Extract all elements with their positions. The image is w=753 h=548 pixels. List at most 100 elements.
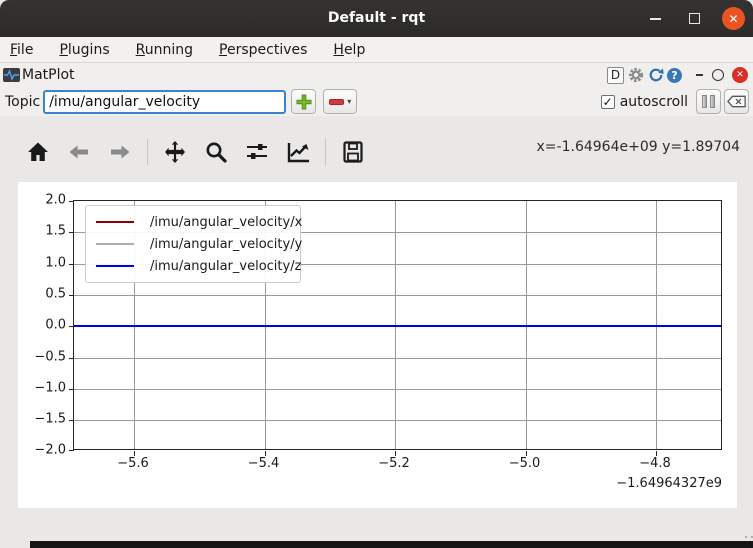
y-tick: [69, 358, 74, 359]
legend-label: /imu/angular_velocity/y: [150, 237, 302, 252]
minus-icon: [329, 99, 344, 105]
reload-button[interactable]: [647, 67, 664, 84]
window-close-button[interactable]: ✕: [722, 7, 745, 30]
y-tick: [69, 420, 74, 421]
rqt-window: Default - rqt ✕ File Plugins Running Per…: [0, 0, 753, 548]
remove-topic-button[interactable]: ▾: [323, 89, 357, 114]
close-icon: ✕: [728, 13, 738, 25]
gridline-h: [74, 295, 721, 296]
legend-entry-z: /imu/angular_velocity/z: [96, 255, 292, 277]
x-tick: [265, 451, 266, 456]
resize-grip[interactable]: [745, 536, 747, 538]
question-icon: ?: [671, 69, 677, 82]
background-window-strip: [30, 541, 753, 548]
help-button[interactable]: ?: [667, 68, 682, 83]
waveform-plugin-icon: [3, 68, 20, 82]
gridline-h: [74, 420, 721, 421]
x-tick: [134, 451, 135, 456]
menu-help[interactable]: Help: [333, 42, 365, 58]
menu-file[interactable]: File: [10, 42, 33, 58]
add-topic-button[interactable]: [291, 89, 316, 114]
y-tick-label: 1.0: [18, 255, 66, 270]
reload-icon: [648, 67, 664, 83]
y-tick: [69, 389, 74, 390]
pause-icon: [702, 95, 715, 108]
menu-plugins[interactable]: Plugins: [59, 42, 109, 58]
magnifier-icon: [204, 140, 228, 164]
x-tick: [656, 451, 657, 456]
x-tick-label: −4.8: [639, 456, 671, 471]
autoscroll-group: ✓ autoscroll: [601, 87, 688, 116]
plot-toolbar: [24, 136, 367, 168]
y-tick-label: 2.0: [18, 193, 66, 208]
plugin-collapse-button[interactable]: [693, 67, 705, 83]
y-tick: [69, 232, 74, 233]
settings-button[interactable]: [627, 67, 644, 84]
subplots-config-button[interactable]: [243, 138, 271, 166]
pan-icon: [163, 140, 187, 164]
plugin-titlebar-buttons: D ? ✕: [607, 63, 748, 87]
gridline-h: [74, 358, 721, 359]
legend-line-y: [96, 243, 134, 245]
legend-entry-x: /imu/angular_velocity/x: [96, 211, 292, 233]
legend-entry-y: /imu/angular_velocity/y: [96, 233, 292, 255]
legend-label: /imu/angular_velocity/x: [150, 215, 302, 230]
toolbar-separator: [325, 139, 326, 165]
matplot-plugin-titlebar: MatPlot D ? ✕: [0, 63, 753, 87]
window-title: Default - rqt: [0, 0, 753, 37]
window-titlebar[interactable]: Default - rqt ✕: [0, 0, 753, 37]
menu-perspectives[interactable]: Perspectives: [219, 42, 307, 58]
plugin-float-button[interactable]: [712, 69, 724, 81]
topic-row: Topic ▾ ✓ autoscroll: [0, 87, 753, 116]
topic-input[interactable]: [43, 90, 286, 114]
backspace-icon: [727, 95, 746, 108]
data-line-angular-velocity: [74, 325, 721, 327]
legend-label: /imu/angular_velocity/z: [150, 259, 301, 274]
y-tick-label: 0.5: [18, 286, 66, 301]
y-tick-label: −1.5: [18, 412, 66, 427]
pause-button[interactable]: [696, 89, 721, 114]
save-icon: [341, 140, 365, 164]
axes-editor-button[interactable]: [284, 138, 312, 166]
x-tick: [395, 451, 396, 456]
plot-canvas[interactable]: 2.0 1.5 1.0 0.5 0.0 −0.5 −1.0 −1.5 −2.0 …: [18, 182, 737, 508]
maximize-icon: [689, 13, 700, 24]
y-tick: [69, 264, 74, 265]
y-tick: [69, 326, 74, 327]
autoscroll-label: autoscroll: [620, 94, 688, 110]
plugin-title: MatPlot: [22, 67, 75, 83]
x-tick-label: −5.0: [509, 456, 541, 471]
cursor-coordinates: x=-1.64964e+09 y=1.89704: [537, 139, 740, 155]
x-tick-label: −5.6: [117, 456, 149, 471]
window-maximize-button[interactable]: [683, 8, 705, 30]
window-controls: ✕: [644, 0, 745, 37]
menu-running[interactable]: Running: [136, 42, 193, 58]
topic-label: Topic: [0, 94, 40, 110]
plus-icon: [296, 94, 312, 110]
window-minimize-button[interactable]: [644, 8, 666, 30]
y-tick: [69, 201, 74, 202]
y-tick-label: 0.0: [18, 318, 66, 333]
autoscroll-checkbox[interactable]: ✓: [601, 95, 615, 109]
y-tick: [69, 450, 74, 451]
clear-button[interactable]: [724, 89, 749, 114]
x-tick: [526, 451, 527, 456]
save-button[interactable]: [339, 138, 367, 166]
plot-legend: /imu/angular_velocity/x /imu/angular_vel…: [85, 205, 301, 283]
legend-line-z: [96, 265, 134, 267]
plugin-close-button[interactable]: ✕: [732, 67, 748, 83]
back-button[interactable]: [65, 138, 93, 166]
gear-icon: [628, 67, 644, 83]
y-tick-label: −2.0: [18, 443, 66, 458]
dock-button[interactable]: D: [607, 67, 624, 84]
y-tick: [69, 295, 74, 296]
home-icon: [26, 140, 50, 164]
pan-button[interactable]: [161, 138, 189, 166]
forward-button[interactable]: [106, 138, 134, 166]
home-button[interactable]: [24, 138, 52, 166]
menubar: File Plugins Running Perspectives Help: [0, 37, 753, 63]
gridline-h: [74, 389, 721, 390]
y-tick-label: −1.0: [18, 380, 66, 395]
zoom-button[interactable]: [202, 138, 230, 166]
x-tick-label: −5.4: [248, 456, 280, 471]
